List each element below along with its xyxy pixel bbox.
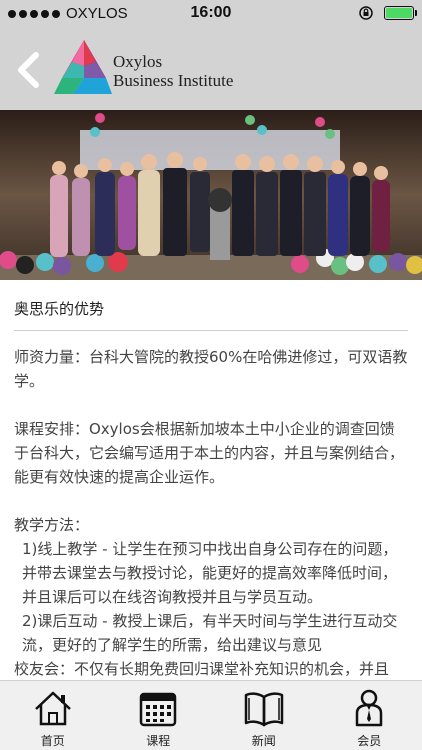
paragraph-curriculum: 课程安排：Oxylos会根据新加坡本土中小企业的调查回馈于台科大，它会编写适用于… (14, 420, 405, 486)
back-button[interactable] (10, 50, 46, 90)
method-interaction: 2)课后互动 - 教授上课后，有半天时间与学生进行互动交流，更好的了解学生的所需… (22, 612, 398, 654)
tab-news[interactable]: 新闻 (211, 681, 317, 750)
member-icon (356, 689, 383, 727)
tab-member-label: 会员 (357, 734, 382, 748)
logo-line2: Business Institute (113, 71, 234, 90)
tab-courses-label: 课程 (146, 734, 171, 748)
battery-icon (384, 6, 417, 20)
battery-level (386, 8, 412, 18)
tab-bar: 首页 课程 新闻 会员 (0, 680, 422, 750)
tab-courses[interactable]: 课程 (106, 681, 212, 750)
event-photo-image (0, 110, 422, 280)
method-online: 1)线上教学 - 让学生在预习中找出自身公司存在的问题，并带去课堂去与教授讨论，… (22, 540, 398, 606)
logo-line1: Oxylos (113, 52, 163, 71)
book-icon (244, 692, 283, 727)
calendar-icon (140, 692, 177, 727)
chevron-left-icon (18, 52, 39, 88)
rotation-lock-icon (359, 6, 373, 20)
content-area[interactable]: 奥思乐的优势 师资力量：台科大管院的教授60%在哈佛进修过，可双语教学。 课程安… (0, 280, 422, 680)
tab-home[interactable]: 首页 (0, 681, 106, 750)
app-header: Oxylos Business Institute (0, 28, 422, 110)
logo-text: Oxylos Business Institute (113, 52, 233, 90)
status-bar: OXYLOS 16:00 (0, 0, 422, 28)
paragraph-faculty: 师资力量：台科大管院的教授60%在哈佛进修过，可双语教学。 (14, 348, 408, 390)
section-title: 奥思乐的优势 (14, 300, 105, 318)
tab-home-label: 首页 (40, 734, 65, 748)
divider (14, 330, 408, 331)
status-right (358, 5, 417, 21)
event-photo (0, 110, 422, 280)
method-title: 教学方法： (14, 516, 90, 534)
alumni-paragraph: 校友会：不仅有长期免费回归课堂补充知识的机会，并且 (14, 660, 390, 678)
tab-news-label: 新闻 (251, 734, 276, 748)
tab-member[interactable]: 会员 (317, 681, 422, 750)
home-icon (34, 691, 71, 726)
